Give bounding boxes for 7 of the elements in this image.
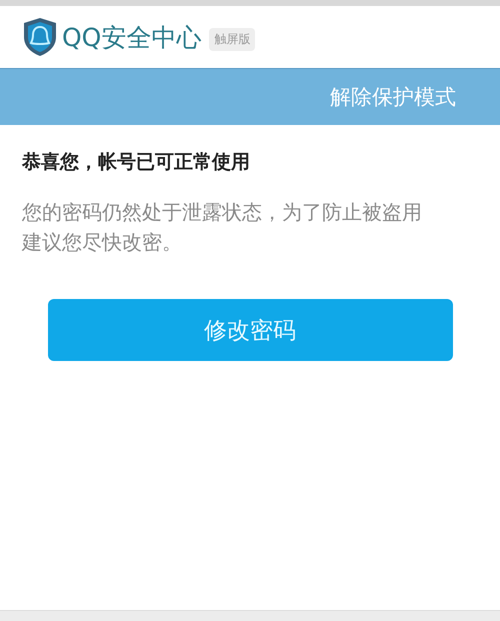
- change-password-button[interactable]: 修改密码: [48, 299, 452, 361]
- app-title: QQ安全中心: [62, 22, 202, 54]
- banner-title: 解除保护模式: [330, 84, 456, 111]
- message-heading: 恭喜您，帐号已可正常使用: [22, 150, 251, 175]
- message-text: 您的密码仍然处于泄露状态，为了防止被盗用建议您尽快改密。: [22, 199, 422, 256]
- edition-badge: 触屏版: [209, 28, 256, 50]
- shield-logo-icon: [22, 17, 58, 57]
